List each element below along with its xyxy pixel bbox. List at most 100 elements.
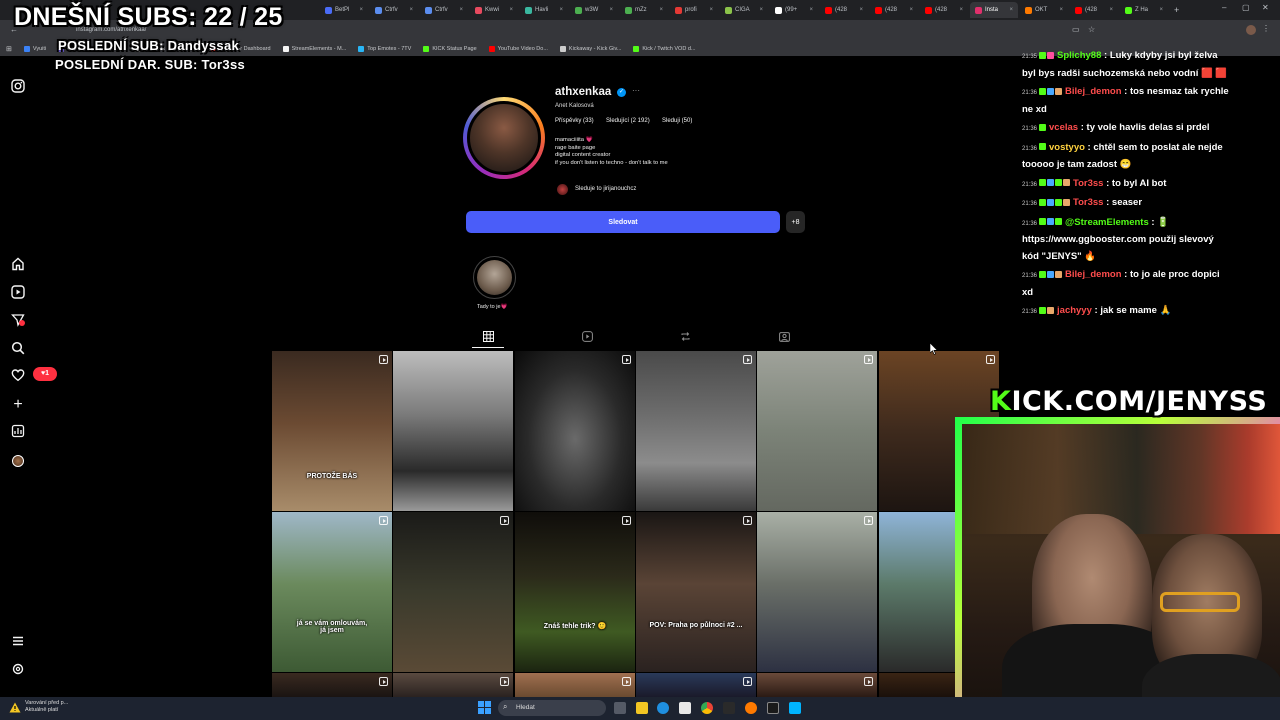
app-icon[interactable]: [767, 702, 779, 714]
chrome-icon[interactable]: [701, 702, 713, 714]
posts-count[interactable]: Příspěvky (33): [555, 118, 594, 124]
post-thumbnail[interactable]: [636, 351, 756, 511]
chat-username[interactable]: Tor3ss: [1073, 197, 1103, 208]
browser-tab[interactable]: (428 ×: [820, 2, 868, 18]
tab-close-icon[interactable]: ×: [409, 7, 413, 13]
tab-close-icon[interactable]: ×: [359, 7, 363, 13]
reels-icon[interactable]: [10, 285, 26, 301]
follow-button[interactable]: Sledovat: [466, 211, 780, 233]
tab-close-icon[interactable]: ×: [909, 7, 913, 13]
search-icon[interactable]: [10, 341, 26, 357]
reposts-tab-icon[interactable]: [678, 331, 692, 345]
browser-tab[interactable]: profi ×: [670, 2, 718, 18]
bookmark[interactable]: Vyuiti: [23, 46, 46, 52]
browser-tab[interactable]: Havli ×: [520, 2, 568, 18]
browser-tab[interactable]: BetPl ×: [320, 2, 368, 18]
story-highlight-image[interactable]: [477, 260, 512, 295]
browser-tab[interactable]: (428 ×: [1070, 2, 1118, 18]
bookmark[interactable]: Kickaway - Kick Giv...: [559, 46, 621, 52]
chat-username[interactable]: jachyyy: [1057, 305, 1092, 316]
tab-close-icon[interactable]: ×: [1159, 7, 1163, 13]
chat-username[interactable]: Bilej_demon: [1065, 269, 1122, 280]
posts-grid-tab-icon[interactable]: [481, 331, 495, 345]
tab-close-icon[interactable]: ×: [1059, 7, 1063, 13]
suggest-people-button[interactable]: +8: [786, 211, 805, 233]
post-thumbnail[interactable]: já se vám omlouvám, já jsem: [272, 512, 392, 672]
followers-count[interactable]: Sledující (2 192): [606, 118, 650, 124]
bookmark[interactable]: StreamElements - M...: [282, 46, 346, 52]
instagram-icon[interactable]: [10, 79, 26, 95]
following-count[interactable]: Sleduji (50): [662, 118, 692, 124]
tab-close-icon[interactable]: ×: [1109, 7, 1113, 13]
taskbar-search-input[interactable]: Hledat: [498, 700, 606, 716]
star-icon[interactable]: ☆: [1088, 25, 1095, 34]
tab-close-icon[interactable]: ×: [509, 7, 513, 13]
tab-close-icon[interactable]: ×: [659, 7, 663, 13]
browser-tab[interactable]: (428 ×: [870, 2, 918, 18]
obs-icon[interactable]: [723, 702, 735, 714]
windows-start-icon[interactable]: [478, 701, 491, 719]
post-thumbnail[interactable]: [757, 351, 877, 511]
tab-close-icon[interactable]: ×: [709, 7, 713, 13]
post-thumbnail[interactable]: POV: Praha po půlnoci #2 ...: [636, 512, 756, 672]
tab-close-icon[interactable]: ×: [609, 7, 613, 13]
post-thumbnail[interactable]: [757, 512, 877, 672]
tab-close-icon[interactable]: ×: [859, 7, 863, 13]
notifications-icon[interactable]: [10, 368, 26, 384]
more-icon[interactable]: ⋮: [1262, 24, 1270, 33]
browser-tab[interactable]: (99+ ×: [770, 2, 818, 18]
tab-close-icon[interactable]: ×: [459, 7, 463, 13]
notification-badge[interactable]: ♥1: [33, 367, 57, 381]
browser-tab[interactable]: mZz ×: [620, 2, 668, 18]
chat-username[interactable]: Splichy88: [1057, 50, 1101, 61]
edge-icon[interactable]: [657, 702, 669, 714]
notepad-icon[interactable]: [789, 702, 801, 714]
chat-username[interactable]: @StreamElements: [1065, 217, 1149, 228]
reels-tab-icon[interactable]: [580, 331, 594, 345]
tab-close-icon[interactable]: ×: [809, 7, 813, 13]
close-icon[interactable]: ✕: [1262, 3, 1269, 12]
threads-icon[interactable]: [10, 662, 26, 678]
cast-icon[interactable]: ▭: [1072, 25, 1080, 34]
browser-tab[interactable]: Kwwi ×: [470, 2, 518, 18]
browser-tab[interactable]: Insta ×: [970, 2, 1018, 18]
store-icon[interactable]: [679, 702, 691, 714]
bookmark[interactable]: Kick / Twitch VOD d...: [633, 46, 695, 52]
browser-tab[interactable]: Z Ha ×: [1120, 2, 1168, 18]
post-thumbnail[interactable]: [636, 673, 756, 697]
tab-close-icon[interactable]: ×: [959, 7, 963, 13]
chat-username[interactable]: vostyyo: [1049, 142, 1085, 153]
tab-close-icon[interactable]: ×: [559, 7, 563, 13]
chat-username[interactable]: Bilej_demon: [1065, 86, 1122, 97]
maximize-icon[interactable]: ▢: [1242, 3, 1250, 12]
browser-tab[interactable]: Ctrfv ×: [370, 2, 418, 18]
weather-warning[interactable]: Varování před p... Aktuálně platí: [25, 700, 68, 714]
profile-icon[interactable]: [10, 453, 26, 469]
tab-close-icon[interactable]: ×: [1009, 7, 1013, 13]
home-icon[interactable]: [10, 257, 26, 273]
new-tab-icon[interactable]: +: [1174, 5, 1179, 15]
followed-by-text[interactable]: Sleduje to jirijanouchcz: [575, 186, 636, 192]
task-view-icon[interactable]: [614, 702, 626, 714]
post-thumbnail[interactable]: PROTOŽE BÁS: [272, 351, 392, 511]
post-thumbnail[interactable]: [393, 673, 513, 697]
apps-icon[interactable]: ⊞: [6, 45, 12, 53]
file-explorer-icon[interactable]: [636, 702, 648, 714]
post-thumbnail[interactable]: [515, 673, 635, 697]
browser-tab[interactable]: (428 ×: [920, 2, 968, 18]
chat-username[interactable]: Tor3ss: [1073, 178, 1103, 189]
browser-tab[interactable]: Ctrfv ×: [420, 2, 468, 18]
post-thumbnail[interactable]: [272, 673, 392, 697]
tagged-tab-icon[interactable]: [777, 331, 791, 345]
browser-tab[interactable]: w3W ×: [570, 2, 618, 18]
minimize-icon[interactable]: –: [1222, 3, 1226, 12]
tab-close-icon[interactable]: ×: [759, 7, 763, 13]
warning-icon[interactable]: [9, 700, 21, 718]
create-icon[interactable]: +: [10, 397, 26, 413]
post-thumbnail[interactable]: Znáš tehle trik? 🙂: [515, 512, 635, 672]
bookmark[interactable]: Top Emotes - 7TV: [358, 46, 411, 52]
browser-tab[interactable]: CIGA ×: [720, 2, 768, 18]
menu-icon[interactable]: [10, 634, 26, 650]
messages-icon[interactable]: [10, 313, 26, 329]
post-thumbnail[interactable]: [393, 351, 513, 511]
